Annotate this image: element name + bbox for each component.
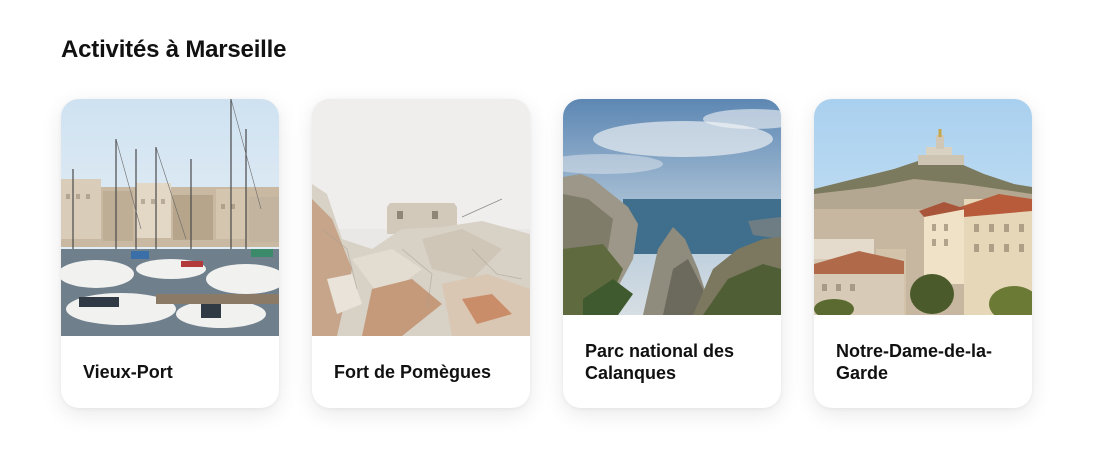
calanques-image bbox=[563, 99, 781, 315]
card-title: Vieux-Port bbox=[83, 362, 173, 382]
card-body: Fort de Pomègues bbox=[312, 336, 530, 408]
activities-list: Vieux-Port Fort de Pomègues Parc nationa… bbox=[61, 99, 1032, 408]
card-title: Fort de Pomègues bbox=[334, 362, 492, 382]
card-body: Parc national des Calanques bbox=[563, 315, 781, 408]
activity-card-fort-de-pomegues[interactable]: Fort de Pomègues bbox=[312, 99, 530, 408]
notre-dame-de-la-garde-image bbox=[814, 99, 1032, 315]
card-body: Vieux-Port bbox=[61, 336, 279, 408]
card-body: Notre-Dame-de-la-Garde bbox=[814, 315, 1032, 408]
card-title: Notre-Dame-de-la-Garde bbox=[836, 340, 993, 383]
card-title: Parc national des Calanques bbox=[585, 340, 735, 383]
activity-card-notre-dame-de-la-garde[interactable]: Notre-Dame-de-la-Garde bbox=[814, 99, 1032, 408]
activity-card-calanques[interactable]: Parc national des Calanques bbox=[563, 99, 781, 408]
fort-de-pomegues-image bbox=[312, 99, 530, 336]
activity-card-vieux-port[interactable]: Vieux-Port bbox=[61, 99, 279, 408]
vieux-port-image bbox=[61, 99, 279, 336]
section-title: Activités à Marseille bbox=[61, 36, 287, 63]
